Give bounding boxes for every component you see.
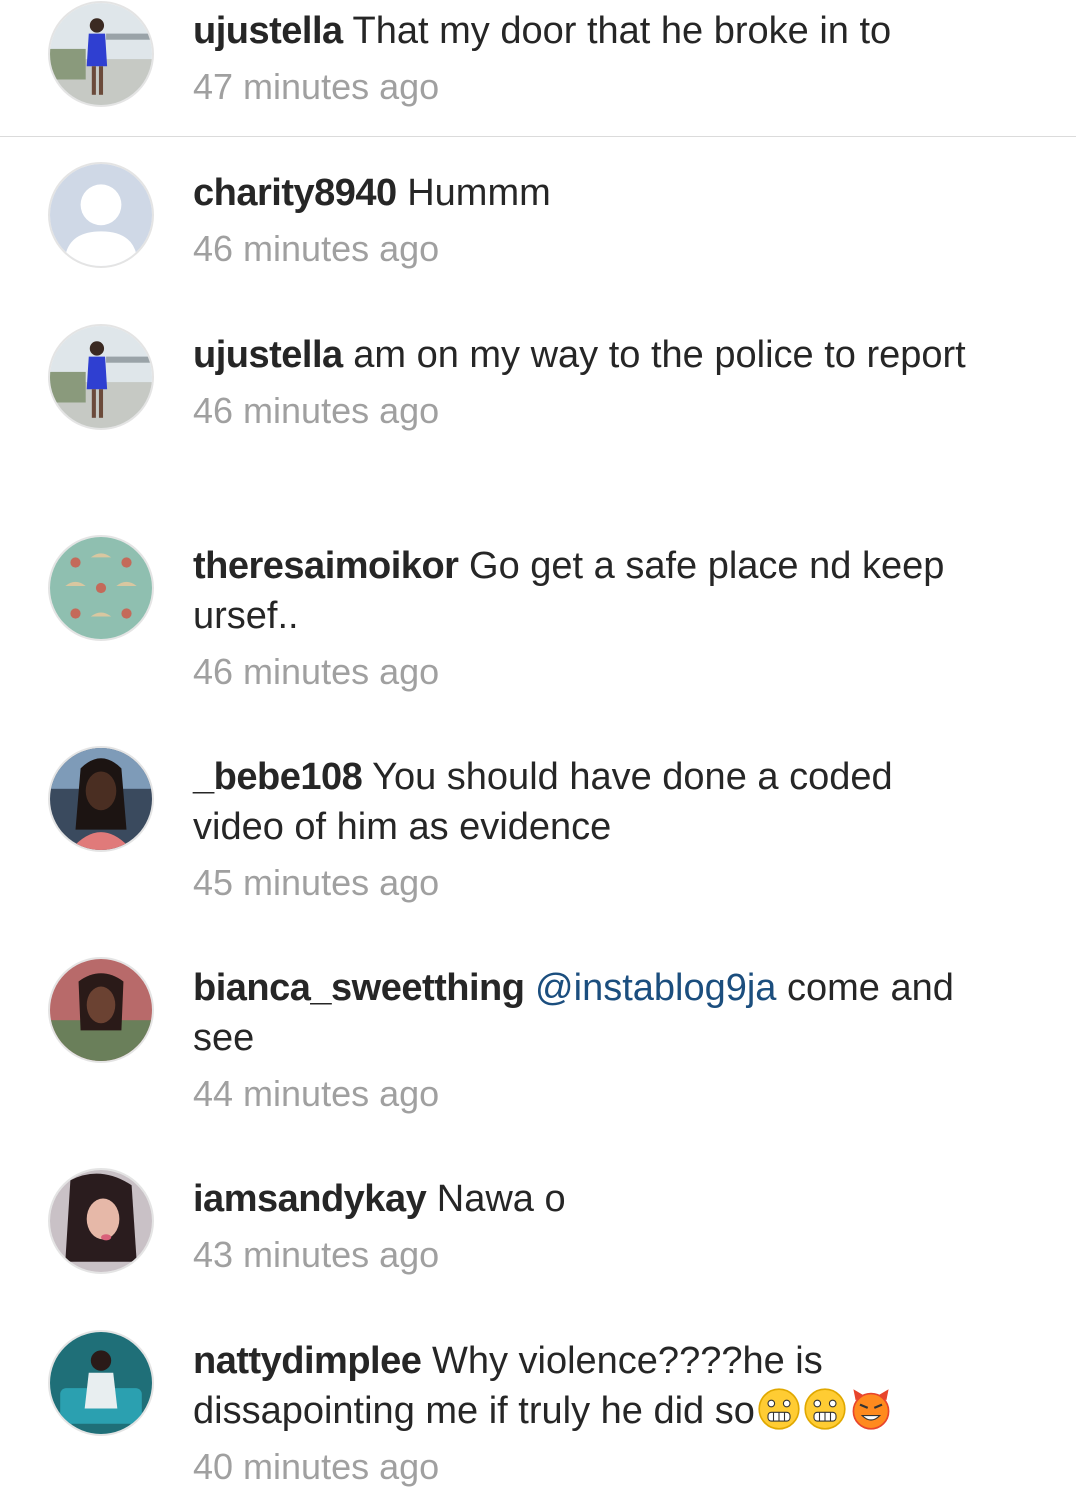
comment-body: am on my way to the police to report (353, 334, 966, 376)
comment-username[interactable]: ujustella (193, 334, 343, 376)
smiling-devil-icon (849, 1387, 893, 1431)
user-avatar[interactable] (48, 746, 154, 852)
avatar-pattern-icon (50, 537, 152, 639)
comment-username[interactable]: charity8940 (193, 172, 397, 214)
comment-timestamp: 46 minutes ago (193, 651, 440, 692)
comment-text: _bebe108 You should have done a coded vi… (193, 752, 993, 852)
user-avatar[interactable] (48, 535, 154, 641)
comment-timestamp: 40 minutes ago (193, 1446, 440, 1487)
comment-text: charity8940 Hummm (193, 168, 993, 218)
user-avatar[interactable] (48, 162, 154, 268)
comment-body: Nawa o (436, 1178, 566, 1220)
avatar-photo-icon (50, 3, 152, 105)
user-avatar[interactable] (48, 1, 154, 107)
comment-text: theresaimoikor Go get a safe place nd ke… (193, 541, 993, 641)
comment-username[interactable]: iamsandykay (193, 1178, 427, 1220)
comment-username[interactable]: _bebe108 (193, 756, 363, 798)
default-avatar-icon (50, 164, 152, 266)
comment-timestamp: 43 minutes ago (193, 1234, 440, 1275)
comment-username[interactable]: theresaimoikor (193, 545, 459, 587)
comment-timestamp: 45 minutes ago (193, 862, 440, 903)
comment-timestamp: 47 minutes ago (193, 66, 440, 107)
grimacing-face-icon (803, 1387, 847, 1431)
comment-timestamp: 46 minutes ago (193, 390, 440, 431)
avatar-photo-icon (50, 1170, 152, 1272)
comment-body: That my door that he broke in to (352, 10, 892, 52)
grimacing-face-icon (757, 1387, 801, 1431)
comment-username[interactable]: ujustella (193, 10, 343, 52)
user-avatar[interactable] (48, 957, 154, 1063)
comment-username[interactable]: nattydimplee (193, 1340, 422, 1382)
divider (0, 136, 1076, 137)
comment-text: bianca_sweetthing @instablog9ja come and… (193, 963, 993, 1063)
avatar-photo-icon (50, 748, 152, 850)
comment-timestamp: 44 minutes ago (193, 1073, 440, 1114)
comment-text: ujustella That my door that he broke in … (193, 6, 993, 56)
comment-username[interactable]: bianca_sweetthing (193, 967, 525, 1009)
comment-text: ujustella am on my way to the police to … (193, 330, 993, 380)
avatar-photo-icon (50, 959, 152, 1061)
user-avatar[interactable] (48, 1330, 154, 1436)
comment-text: iamsandykay Nawa o (193, 1174, 993, 1224)
comment-body: Hummm (407, 172, 551, 214)
avatar-photo-icon (50, 1332, 152, 1434)
comment-text: nattydimplee Why violence????he is dissa… (193, 1336, 993, 1436)
user-avatar[interactable] (48, 324, 154, 430)
user-avatar[interactable] (48, 1168, 154, 1274)
comment-timestamp: 46 minutes ago (193, 228, 440, 269)
mention-link[interactable]: @instablog9ja (535, 967, 776, 1009)
avatar-photo-icon (50, 326, 152, 428)
